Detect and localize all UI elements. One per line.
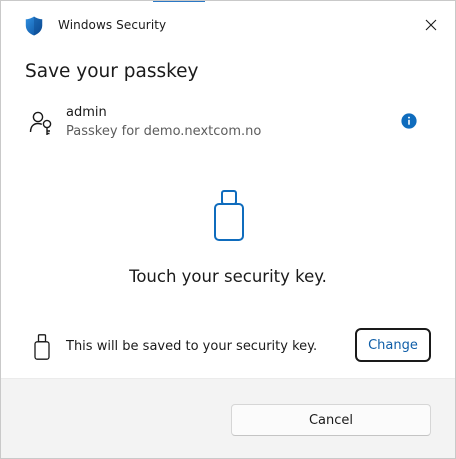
change-button[interactable]: Change — [355, 328, 431, 362]
dialog-window: Windows Security Save your passkey admin… — [0, 0, 456, 459]
account-subtitle: Passkey for demo.nextcom.no — [66, 124, 262, 139]
user-key-icon — [29, 110, 55, 136]
dialog-footer: Cancel — [1, 378, 455, 458]
page-title: Save your passkey — [25, 61, 199, 82]
cancel-button[interactable]: Cancel — [231, 404, 431, 436]
touch-instruction: Touch your security key. — [129, 267, 327, 286]
save-destination-text: This will be saved to your security key. — [66, 339, 318, 354]
shield-icon — [25, 16, 43, 36]
window-title: Windows Security — [58, 18, 167, 32]
account-name: admin — [66, 105, 107, 120]
info-button[interactable] — [401, 113, 417, 129]
title-bar: Windows Security — [1, 1, 455, 49]
info-icon — [401, 113, 417, 133]
close-icon — [425, 16, 437, 35]
security-key-icon — [213, 190, 245, 242]
close-button[interactable] — [417, 11, 445, 39]
security-key-small-icon — [34, 334, 50, 360]
